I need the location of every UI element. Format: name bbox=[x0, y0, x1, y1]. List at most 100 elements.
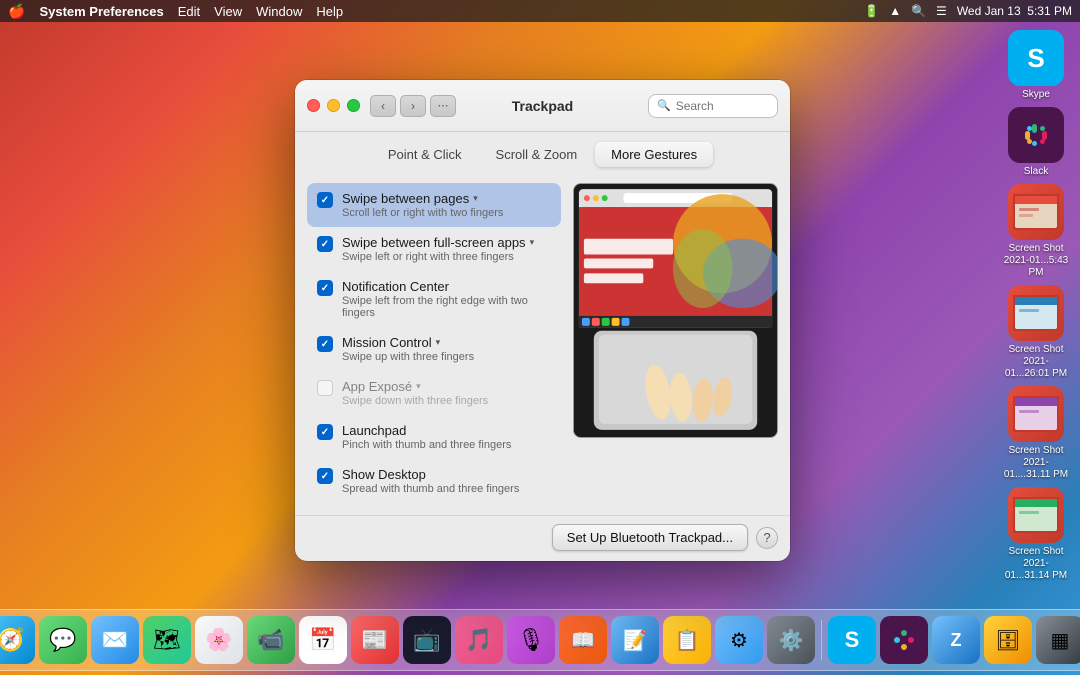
menu-wifi-icon[interactable]: ▲ bbox=[889, 4, 901, 18]
setup-bluetooth-button[interactable]: Set Up Bluetooth Trackpad... bbox=[552, 524, 748, 551]
menu-search-icon[interactable]: 🔍 bbox=[911, 4, 926, 18]
menubar: 🍎 System Preferences Edit View Window He… bbox=[0, 0, 1080, 22]
setting-mission-control[interactable]: ✓ Mission Control ▾ Swipe up with three … bbox=[307, 327, 561, 371]
menu-battery-icon: 🔋 bbox=[864, 4, 879, 18]
dock-zoom[interactable]: Z bbox=[932, 616, 980, 664]
dock-separator bbox=[821, 620, 822, 660]
dock-news[interactable]: 📰 bbox=[351, 616, 399, 664]
dock-podcasts[interactable]: 🎙 bbox=[507, 616, 555, 664]
trackpad-window: ‹ › ⋯ Trackpad 🔍 Point & Click Scroll & … bbox=[295, 80, 790, 561]
app-expose-desc: Swipe down with three fingers bbox=[342, 395, 488, 407]
chevron-icon: ▾ bbox=[416, 381, 421, 392]
desktop-icon-screenshot3[interactable]: Screen Shot2021-01....31.11 PM bbox=[1000, 386, 1072, 481]
screenshot1-label: Screen Shot2021-01...5:43 PM bbox=[1001, 243, 1071, 279]
screenshot3-label: Screen Shot2021-01....31.11 PM bbox=[1001, 445, 1071, 481]
launchpad-text: Launchpad Pinch with thumb and three fin… bbox=[342, 423, 511, 451]
show-desktop-desc: Spread with thumb and three fingers bbox=[342, 483, 519, 495]
swipe-pages-title: Swipe between pages ▾ bbox=[342, 191, 503, 206]
launchpad-title: Launchpad bbox=[342, 423, 511, 438]
search-input[interactable] bbox=[676, 99, 766, 113]
checkmark: ✓ bbox=[321, 427, 329, 438]
dock: 🔵 🚀 🧭 💬 ✉️ 🗺 🌸 📹 📅 📰 📺 🎵 🎙 📖 📝 📋 bbox=[0, 609, 1080, 671]
dock-messages[interactable]: 💬 bbox=[39, 616, 87, 664]
checkbox-show-desktop[interactable]: ✓ bbox=[317, 468, 333, 484]
menu-help[interactable]: Help bbox=[316, 4, 343, 19]
notification-center-text: Notification Center Swipe left from the … bbox=[342, 279, 551, 319]
grid-button[interactable]: ⋯ bbox=[430, 95, 456, 117]
desktop-icon-slack[interactable]: Slack bbox=[1000, 107, 1072, 178]
checkbox-mission-control[interactable]: ✓ bbox=[317, 336, 333, 352]
checkbox-swipe-pages[interactable]: ✓ bbox=[317, 192, 333, 208]
notification-center-desc: Swipe left from the right edge with two … bbox=[342, 295, 551, 319]
bottom-bar: Set Up Bluetooth Trackpad... ? bbox=[295, 515, 790, 561]
tab-more-gestures[interactable]: More Gestures bbox=[595, 142, 713, 167]
dock-storage[interactable]: 🗄 bbox=[984, 616, 1032, 664]
help-button[interactable]: ? bbox=[756, 527, 778, 549]
dock-mail[interactable]: ✉️ bbox=[91, 616, 139, 664]
dock-notes[interactable]: 📝 bbox=[611, 616, 659, 664]
show-desktop-title: Show Desktop bbox=[342, 467, 519, 482]
dock-sysprefs[interactable]: ⚙️ bbox=[767, 616, 815, 664]
screenshot3-icon bbox=[1008, 386, 1064, 442]
menubar-left: 🍎 System Preferences Edit View Window He… bbox=[8, 3, 343, 20]
setting-notification-center[interactable]: ✓ Notification Center Swipe left from th… bbox=[307, 271, 561, 327]
desktop-icon-screenshot2[interactable]: Screen Shot2021-01...26:01 PM bbox=[1000, 285, 1072, 380]
window-title: Trackpad bbox=[512, 98, 573, 114]
screenshot4-icon bbox=[1008, 487, 1064, 543]
tab-point-click[interactable]: Point & Click bbox=[372, 142, 478, 167]
menu-notification-icon[interactable]: ☰ bbox=[936, 4, 947, 18]
back-button[interactable]: ‹ bbox=[370, 95, 396, 117]
dock-sticky[interactable]: 📋 bbox=[663, 616, 711, 664]
minimize-button[interactable] bbox=[327, 99, 340, 112]
checkmark: ✓ bbox=[321, 239, 329, 250]
close-button[interactable] bbox=[307, 99, 320, 112]
dock-photos[interactable]: 🌸 bbox=[195, 616, 243, 664]
menu-edit[interactable]: Edit bbox=[178, 4, 200, 19]
checkbox-notification-center[interactable]: ✓ bbox=[317, 280, 333, 296]
desktop-icon-screenshot1[interactable]: Screen Shot2021-01...5:43 PM bbox=[1000, 184, 1072, 279]
dock-facetime[interactable]: 📹 bbox=[247, 616, 295, 664]
menu-view[interactable]: View bbox=[214, 4, 242, 19]
setting-swipe-pages[interactable]: ✓ Swipe between pages ▾ Scroll left or r… bbox=[307, 183, 561, 227]
chevron-icon: ▾ bbox=[473, 193, 478, 204]
tab-scroll-zoom[interactable]: Scroll & Zoom bbox=[480, 142, 594, 167]
setting-swipe-fullscreen[interactable]: ✓ Swipe between full-screen apps ▾ Swipe… bbox=[307, 227, 561, 271]
skype-label: Skype bbox=[1022, 89, 1050, 101]
swipe-fullscreen-desc: Swipe left or right with three fingers bbox=[342, 251, 534, 263]
checkbox-swipe-fullscreen[interactable]: ✓ bbox=[317, 236, 333, 252]
dock-bar1[interactable]: ▦ bbox=[1036, 616, 1080, 664]
desktop-icons: S Skype Slack Screen Shot2021-01...5:43 … bbox=[1000, 30, 1072, 582]
setting-launchpad[interactable]: ✓ Launchpad Pinch with thumb and three f… bbox=[307, 415, 561, 459]
app-name[interactable]: System Preferences bbox=[39, 4, 163, 19]
dock-safari[interactable]: 🧭 bbox=[0, 616, 35, 664]
dock-reeder[interactable]: 📖 bbox=[559, 616, 607, 664]
forward-button[interactable]: › bbox=[400, 95, 426, 117]
search-box[interactable]: 🔍 bbox=[648, 94, 778, 118]
desktop-icon-screenshot4[interactable]: Screen Shot2021-01...31.14 PM bbox=[1000, 487, 1072, 582]
dock-maps[interactable]: 🗺 bbox=[143, 616, 191, 664]
slack-icon bbox=[1008, 107, 1064, 163]
content-area: ✓ Swipe between pages ▾ Scroll left or r… bbox=[295, 175, 790, 515]
skype-icon: S bbox=[1008, 30, 1064, 86]
dock-slack[interactable] bbox=[880, 616, 928, 664]
screenshot2-icon bbox=[1008, 285, 1064, 341]
preview-image bbox=[573, 183, 778, 438]
checkbox-launchpad[interactable]: ✓ bbox=[317, 424, 333, 440]
screenshot2-label: Screen Shot2021-01...26:01 PM bbox=[1001, 344, 1071, 380]
setting-app-expose[interactable]: App Exposé ▾ Swipe down with three finge… bbox=[307, 371, 561, 415]
desktop-icon-skype[interactable]: S Skype bbox=[1000, 30, 1072, 101]
show-desktop-text: Show Desktop Spread with thumb and three… bbox=[342, 467, 519, 495]
apple-menu[interactable]: 🍎 bbox=[8, 3, 25, 20]
dock-tv[interactable]: 📺 bbox=[403, 616, 451, 664]
tab-bar: Point & Click Scroll & Zoom More Gesture… bbox=[295, 132, 790, 175]
maximize-button[interactable] bbox=[347, 99, 360, 112]
nav-buttons: ‹ › bbox=[370, 95, 426, 117]
dock-skype[interactable]: S bbox=[828, 616, 876, 664]
setting-show-desktop[interactable]: ✓ Show Desktop Spread with thumb and thr… bbox=[307, 459, 561, 503]
checkbox-app-expose[interactable] bbox=[317, 380, 333, 396]
dock-xcode[interactable]: ⚙ bbox=[715, 616, 763, 664]
dock-music[interactable]: 🎵 bbox=[455, 616, 503, 664]
menu-window[interactable]: Window bbox=[256, 4, 302, 19]
launchpad-desc: Pinch with thumb and three fingers bbox=[342, 439, 511, 451]
dock-calendar[interactable]: 📅 bbox=[299, 616, 347, 664]
